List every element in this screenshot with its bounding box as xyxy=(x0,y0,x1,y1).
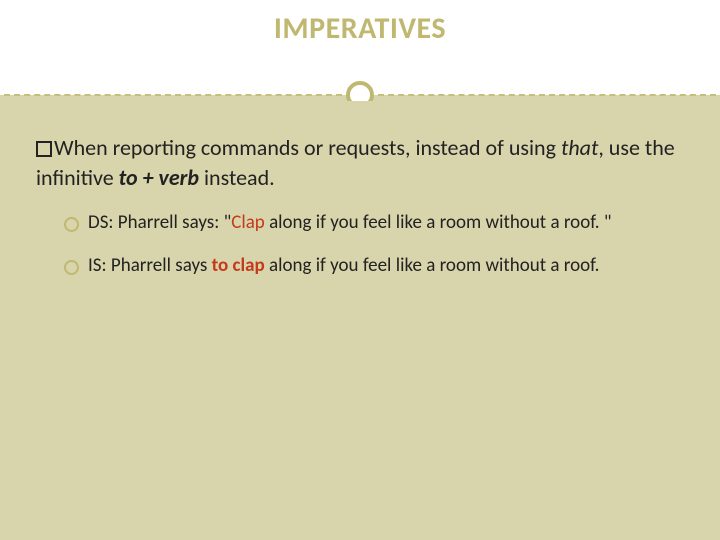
lead-to-verb: to + verb xyxy=(119,164,199,191)
bullet-list: DS: Pharrell says: "Clap along if you fe… xyxy=(36,210,684,279)
bullet-highlight: to clap xyxy=(212,254,265,277)
circle-icon xyxy=(346,81,374,109)
list-item: DS: Pharrell says: "Clap along if you fe… xyxy=(64,210,684,237)
bullet-highlight: Clap xyxy=(231,211,265,234)
header-band: IMPERATIVES xyxy=(0,0,720,95)
lead-text: When reporting commands or requests, ins… xyxy=(36,133,684,192)
bullet-prefix: DS: Pharrell says: " xyxy=(88,211,231,234)
content-area: When reporting commands or requests, ins… xyxy=(0,95,720,280)
divider xyxy=(0,80,720,110)
square-bullet-icon xyxy=(36,141,52,157)
bullet-prefix: IS: Pharrell says xyxy=(88,254,212,277)
slide-title: IMPERATIVES xyxy=(0,0,720,47)
bullet-rest: along if you feel like a room without a … xyxy=(265,254,600,277)
dash-left xyxy=(4,94,342,96)
bullet-rest: along if you feel like a room without a … xyxy=(265,211,612,234)
lead-that: that xyxy=(561,134,598,161)
list-item: IS: Pharrell says to clap along if you f… xyxy=(64,253,684,280)
lead-post: instead. xyxy=(199,164,275,191)
dash-right xyxy=(378,94,716,96)
lead-pre: When reporting commands or requests, ins… xyxy=(54,134,561,161)
